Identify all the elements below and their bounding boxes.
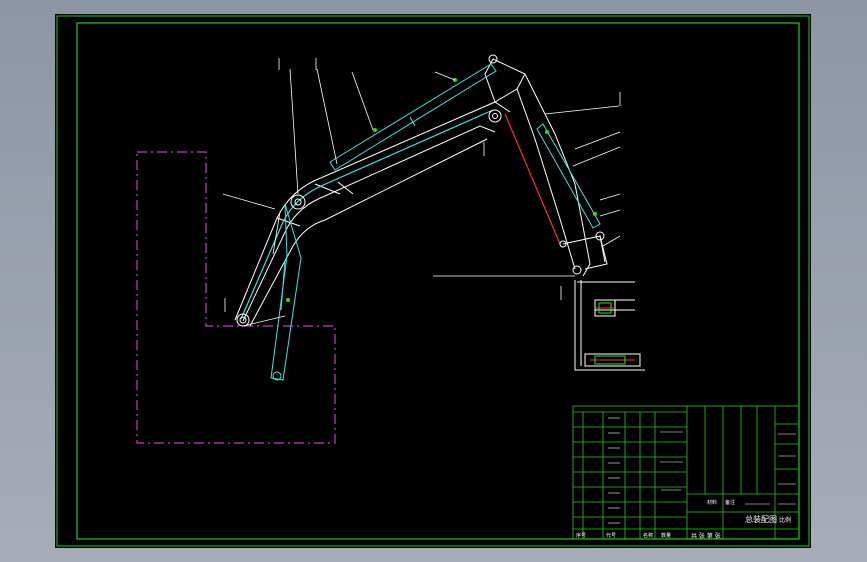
sheet-border-outer — [56, 15, 810, 547]
cad-viewport[interactable]: 总装配图 共 张 第 张 比例 序号 代号 名称 数量 材料 备注 — [55, 14, 811, 548]
sheet-border-inner — [76, 22, 800, 540]
title-block-scale-label: 比例 — [779, 516, 791, 524]
title-block-entries — [608, 417, 796, 524]
title-block-col-3: 名称 — [643, 532, 653, 539]
green-markers — [286, 78, 597, 302]
drawing-canvas: 总装配图 共 张 第 张 比例 序号 代号 名称 数量 材料 备注 — [56, 15, 810, 547]
title-block-col-2: 代号 — [606, 532, 616, 539]
title-block-col-4: 数量 — [661, 532, 671, 539]
title-block-sheet-label: 共 张 第 张 — [691, 532, 721, 540]
title-block-col-5: 材料 — [707, 499, 717, 506]
title-block-col-6: 备注 — [725, 499, 735, 506]
bucket-detail-green — [594, 302, 626, 365]
boom-cylinder — [270, 203, 302, 381]
arm — [484, 58, 591, 277]
title-block-col-1: 序号 — [576, 532, 586, 539]
title-block-main-label: 总装配图 — [745, 514, 777, 524]
